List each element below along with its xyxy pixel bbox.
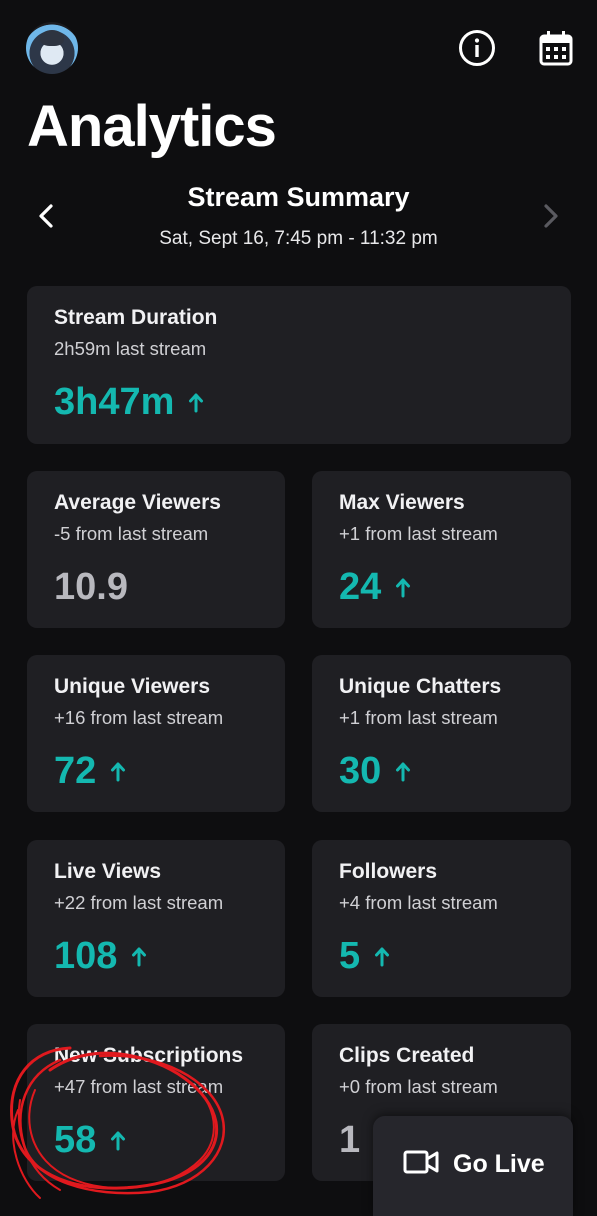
stat-value-row: 72 xyxy=(54,750,126,793)
video-camera-icon xyxy=(403,1150,439,1174)
stat-value: 3h47m xyxy=(54,381,175,423)
stat-value-row: 10.9 xyxy=(54,566,128,609)
summary-date-range: Sat, Sept 16, 7:45 pm - 11:32 pm xyxy=(159,228,438,249)
stat-value-row: 108 xyxy=(54,935,147,978)
stat-value-row: 5 xyxy=(339,935,390,978)
followers-card[interactable]: Followers +4 from last stream 5 xyxy=(312,840,571,997)
summary-title: Stream Summary xyxy=(187,182,410,212)
stat-value: 1 xyxy=(339,1119,361,1161)
new-subscriptions-card[interactable]: New Subscriptions +47 from last stream 5… xyxy=(27,1024,285,1181)
go-live-button[interactable]: Go Live xyxy=(373,1116,573,1216)
stat-comparison: +1 from last stream xyxy=(339,707,498,728)
arrow-up-icon xyxy=(111,1131,126,1150)
stat-label: Max Viewers xyxy=(339,491,465,514)
next-stream-button[interactable] xyxy=(538,198,564,234)
unique-chatters-card[interactable]: Unique Chatters +1 from last stream 30 xyxy=(312,655,571,812)
stat-comparison: +1 from last stream xyxy=(339,523,498,544)
stat-value: 72 xyxy=(54,750,97,792)
stat-comparison: -5 from last stream xyxy=(54,523,209,544)
unique-viewers-card[interactable]: Unique Viewers +16 from last stream 72 xyxy=(27,655,285,812)
stat-value-row: 30 xyxy=(339,750,411,793)
info-button[interactable] xyxy=(457,28,497,68)
stat-label: Clips Created xyxy=(339,1044,475,1067)
stat-label: Followers xyxy=(339,860,438,883)
stream-summary-nav: Stream Summary Sat, Sept 16, 7:45 pm - 1… xyxy=(0,178,597,258)
arrow-up-icon xyxy=(132,947,147,966)
stat-label: Unique Chatters xyxy=(339,675,502,698)
stat-label: Live Views xyxy=(54,860,162,883)
stat-comparison: +47 from last stream xyxy=(54,1076,224,1097)
calendar-icon xyxy=(539,31,573,66)
stat-value-row: 3h47m xyxy=(54,381,204,424)
stat-comparison: +16 from last stream xyxy=(54,707,224,728)
stat-comparison: +4 from last stream xyxy=(339,892,498,913)
average-viewers-card[interactable]: Average Viewers -5 from last stream 10.9 xyxy=(27,471,285,628)
arrow-up-icon xyxy=(111,762,126,781)
live-views-card[interactable]: Live Views +22 from last stream 108 xyxy=(27,840,285,997)
page-title: Analytics xyxy=(27,94,277,159)
max-viewers-card[interactable]: Max Viewers +1 from last stream 24 xyxy=(312,471,571,628)
stat-comparison: 2h59m last stream xyxy=(54,338,207,359)
stat-label: Average Viewers xyxy=(54,491,221,514)
arrow-up-icon xyxy=(396,578,411,597)
stat-value: 108 xyxy=(54,935,118,977)
stat-value: 58 xyxy=(54,1119,97,1161)
stat-value-row: 1 xyxy=(339,1119,360,1162)
stat-value: 30 xyxy=(339,750,382,792)
arrow-up-icon xyxy=(189,393,204,412)
stat-comparison: +0 from last stream xyxy=(339,1076,498,1097)
stat-label: Unique Viewers xyxy=(54,675,211,698)
avatar[interactable] xyxy=(26,22,78,74)
arrow-up-icon xyxy=(396,762,411,781)
stream-duration-card[interactable]: Stream Duration 2h59m last stream 3h47m xyxy=(27,286,571,444)
stat-label: New Subscriptions xyxy=(54,1044,244,1067)
info-icon xyxy=(459,30,495,66)
calendar-button[interactable] xyxy=(536,28,576,68)
stat-value-row: 24 xyxy=(339,566,411,609)
stat-value: 5 xyxy=(339,935,361,977)
stat-value: 24 xyxy=(339,566,382,608)
chevron-right-icon xyxy=(544,204,558,228)
stat-value-row: 58 xyxy=(54,1119,126,1162)
arrow-up-icon xyxy=(375,947,390,966)
stat-label: Stream Duration xyxy=(54,306,218,329)
go-live-label: Go Live xyxy=(453,1150,545,1178)
top-bar xyxy=(0,0,597,95)
stat-comparison: +22 from last stream xyxy=(54,892,224,913)
stat-value: 10.9 xyxy=(54,566,128,608)
